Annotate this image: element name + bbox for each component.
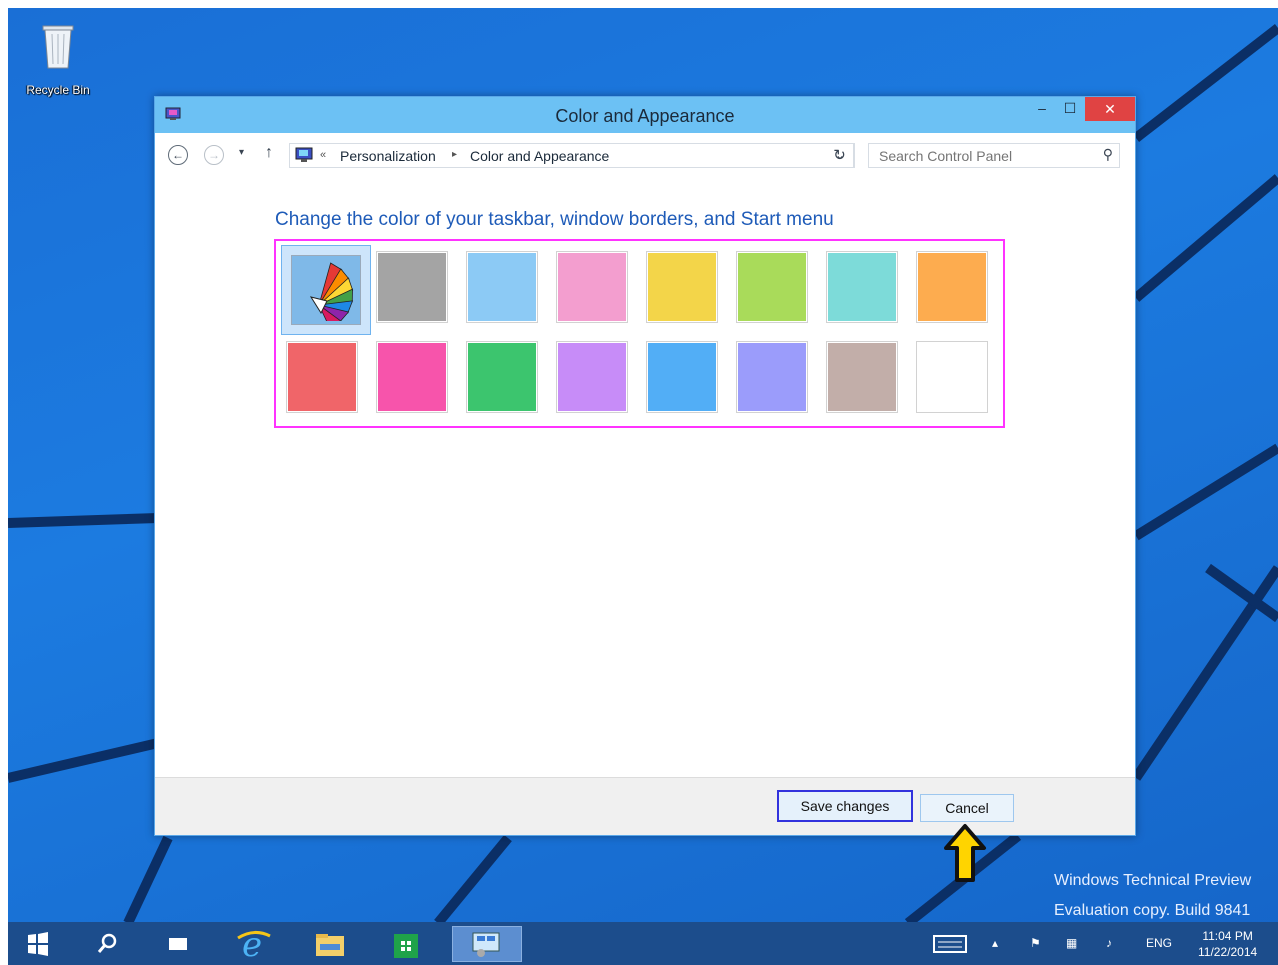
color-swatch-grid xyxy=(274,239,1005,428)
recycle-bin[interactable]: Recycle Bin xyxy=(16,20,100,97)
search-icon[interactable]: ⚲ xyxy=(1103,146,1113,163)
window-title: Color and Appearance xyxy=(555,106,735,126)
title-bar[interactable]: Color and Appearance ‒ ☐ ✕ xyxy=(155,97,1135,133)
control-panel-taskbar-button[interactable] xyxy=(452,926,522,962)
control-panel-icon xyxy=(472,932,500,957)
color-swatch-taupe[interactable] xyxy=(826,341,898,413)
folder-icon xyxy=(316,934,344,956)
up-button[interactable]: ↑ xyxy=(265,144,273,162)
color-swatch-fill xyxy=(468,253,536,321)
color-swatch-light-blue[interactable] xyxy=(466,251,538,323)
pointer-arrow-icon xyxy=(944,824,986,882)
back-button[interactable]: ← xyxy=(168,145,188,165)
minimize-button[interactable]: ‒ xyxy=(1027,97,1057,121)
breadcrumb-personalization[interactable]: Personalization xyxy=(340,148,436,164)
color-swatch-fill xyxy=(828,343,896,411)
network-icon[interactable]: ▦ xyxy=(1066,922,1086,965)
taskbar: e ▴ ⚑ ▦ ♪ ENG 11:04 PM 11/22/2014 xyxy=(8,922,1278,965)
file-explorer-button[interactable] xyxy=(310,926,350,962)
color-swatch-purple[interactable] xyxy=(556,341,628,413)
recent-locations-dropdown[interactable]: ▾ xyxy=(239,147,244,158)
store-button[interactable] xyxy=(386,926,426,962)
save-changes-button[interactable]: Save changes xyxy=(777,790,913,822)
color-swatch-pink[interactable] xyxy=(556,251,628,323)
watermark: Windows Technical Preview Evaluation cop… xyxy=(1054,866,1278,926)
forward-button[interactable]: → xyxy=(204,145,224,165)
color-swatch-teal[interactable] xyxy=(826,251,898,323)
footer-bar: Save changes Cancel xyxy=(155,777,1135,835)
color-swatch-blue[interactable] xyxy=(646,341,718,413)
color-swatch-automatic[interactable] xyxy=(281,245,371,335)
color-swatch-fill xyxy=(918,253,986,321)
color-swatch-fill xyxy=(648,343,716,411)
watermark-line-1: Windows Technical Preview xyxy=(1054,872,1252,889)
search-taskbar-button[interactable] xyxy=(86,926,126,962)
clock[interactable]: 11:04 PM 11/22/2014 xyxy=(1198,928,1257,960)
color-appearance-window: Color and Appearance ‒ ☐ ✕ ← → ▾ ↑ « Per… xyxy=(154,96,1136,836)
color-swatch-fill xyxy=(828,253,896,321)
breadcrumb-separator-icon[interactable]: ▸ xyxy=(452,149,457,160)
volume-icon[interactable]: ♪ xyxy=(1106,922,1126,965)
page-heading: Change the color of your taskbar, window… xyxy=(275,209,834,230)
color-swatch-orange[interactable] xyxy=(916,251,988,323)
recycle-bin-icon xyxy=(42,25,74,69)
search-input[interactable] xyxy=(869,144,1079,167)
color-swatch-red[interactable] xyxy=(286,341,358,413)
close-button[interactable]: ✕ xyxy=(1085,97,1135,121)
color-swatch-fill xyxy=(468,343,536,411)
color-palette-icon xyxy=(309,262,354,321)
color-swatch-gray[interactable] xyxy=(376,251,448,323)
maximize-button[interactable]: ☐ xyxy=(1055,97,1085,121)
cancel-button[interactable]: Cancel xyxy=(920,794,1014,822)
color-swatch-fill xyxy=(738,253,806,321)
color-swatch-fill xyxy=(738,343,806,411)
show-hidden-icons-button[interactable]: ▴ xyxy=(992,922,1006,965)
clock-date: 11/22/2014 xyxy=(1198,945,1258,959)
color-swatch-fill xyxy=(378,253,446,321)
language-indicator[interactable]: ENG xyxy=(1146,922,1186,965)
color-swatch-green[interactable] xyxy=(466,341,538,413)
color-swatch-fill xyxy=(648,253,716,321)
color-swatch-fill xyxy=(558,343,626,411)
search-icon xyxy=(97,933,117,953)
address-field[interactable]: « Personalization ▸ Color and Appearance… xyxy=(289,143,854,168)
color-swatch-white[interactable] xyxy=(916,341,988,413)
color-swatch-lime[interactable] xyxy=(736,251,808,323)
store-icon xyxy=(394,934,418,958)
color-swatch-fill xyxy=(378,343,446,411)
color-swatch-yellow[interactable] xyxy=(646,251,718,323)
color-swatch-fill xyxy=(918,343,986,411)
clock-time: 11:04 PM xyxy=(1202,929,1253,943)
recycle-bin-label: Recycle Bin xyxy=(26,83,90,97)
color-swatch-magenta[interactable] xyxy=(376,341,448,413)
address-bar: ← → ▾ ↑ « Personalization ▸ Color and Ap… xyxy=(155,133,1135,177)
control-panel-icon xyxy=(295,147,313,162)
search-box[interactable]: ⚲ xyxy=(868,143,1120,168)
color-swatch-fill xyxy=(288,343,356,411)
task-view-button[interactable] xyxy=(158,926,198,962)
internet-explorer-icon: e xyxy=(237,925,271,965)
windows-logo-icon xyxy=(28,932,48,956)
start-button[interactable] xyxy=(18,926,58,962)
task-view-icon xyxy=(169,938,187,950)
touch-keyboard-button[interactable] xyxy=(932,922,968,965)
action-center-flag-icon[interactable]: ⚑ xyxy=(1030,922,1050,965)
color-swatch-periwinkle[interactable] xyxy=(736,341,808,413)
keyboard-icon xyxy=(933,935,967,953)
color-swatch-fill xyxy=(291,255,361,325)
color-swatch-fill xyxy=(558,253,626,321)
refresh-button[interactable]: ↻ xyxy=(825,143,855,168)
breadcrumb-color-appearance[interactable]: Color and Appearance xyxy=(470,148,609,164)
breadcrumb-overflow[interactable]: « xyxy=(320,149,326,161)
internet-explorer-button[interactable]: e xyxy=(234,925,274,965)
